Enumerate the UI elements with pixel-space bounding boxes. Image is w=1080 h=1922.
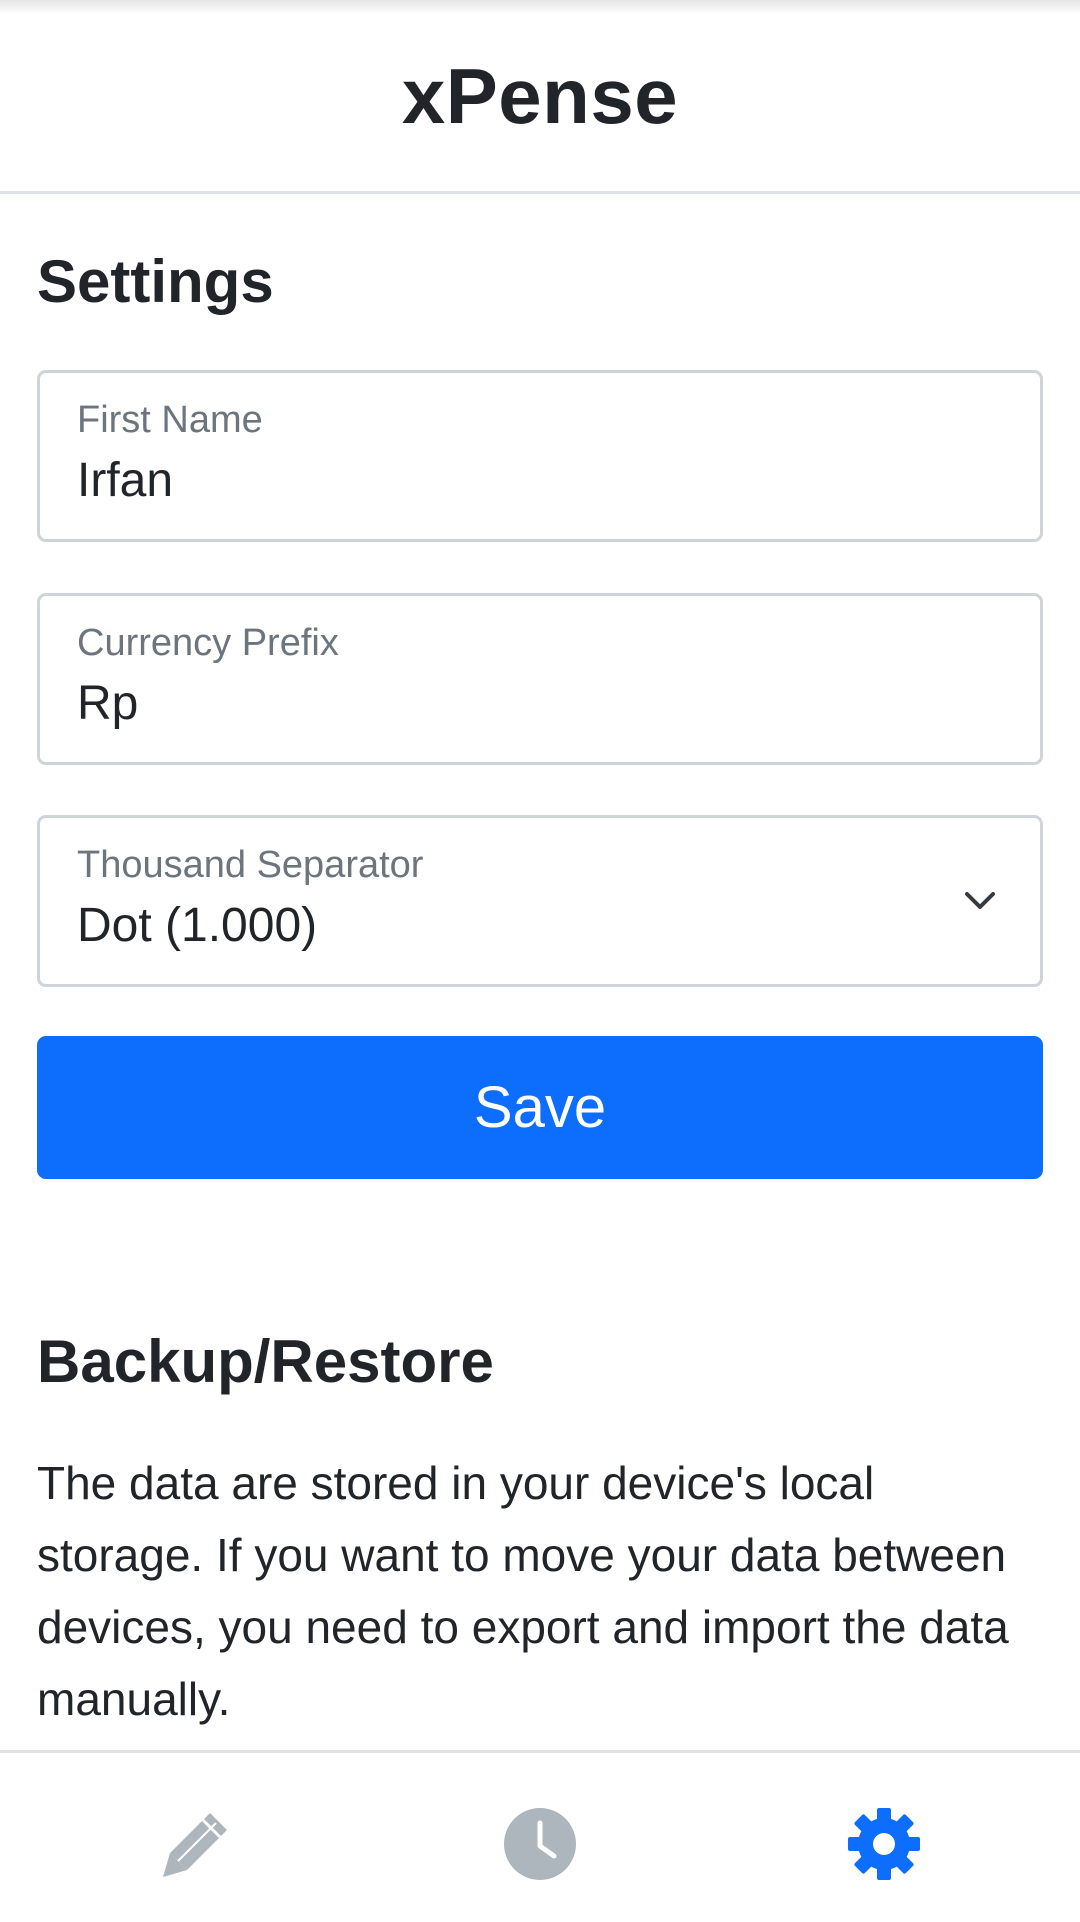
settings-content: Settings First Name Irfan Currency Prefi… <box>0 197 1080 1750</box>
currency-prefix-label: Currency Prefix <box>77 622 339 664</box>
thousand-separator-label: Thousand Separator <box>77 844 424 886</box>
app-screen: xPense Settings First Name Irfan Currenc… <box>0 0 1080 1922</box>
thousand-separator-value[interactable]: Dot (1.000) <box>77 898 317 953</box>
currency-prefix-field[interactable]: Currency Prefix Rp <box>37 593 1043 765</box>
save-button[interactable]: Save <box>37 1036 1043 1179</box>
first-name-label: First Name <box>77 399 263 441</box>
app-title: xPense <box>401 52 679 140</box>
nav-settings-tab[interactable] <box>845 1805 923 1883</box>
first-name-field[interactable]: First Name Irfan <box>37 370 1043 542</box>
chevron-down-icon[interactable] <box>960 880 1000 920</box>
clock-icon <box>504 1808 576 1880</box>
backup-restore-title: Backup/Restore <box>37 1328 494 1395</box>
gear-icon <box>848 1808 920 1880</box>
bottom-nav <box>0 1750 1080 1922</box>
nav-edit-tab[interactable] <box>157 1805 235 1883</box>
settings-title: Settings <box>37 248 274 315</box>
backup-description: The data are stored in your device's loc… <box>37 1457 1009 1725</box>
pencil-icon <box>163 1813 227 1877</box>
currency-prefix-value[interactable]: Rp <box>77 676 138 731</box>
nav-history-tab[interactable] <box>501 1805 579 1883</box>
thousand-separator-select[interactable]: Thousand Separator Dot (1.000) <box>37 815 1043 987</box>
first-name-value[interactable]: Irfan <box>77 453 173 508</box>
app-header: xPense <box>0 0 1080 194</box>
